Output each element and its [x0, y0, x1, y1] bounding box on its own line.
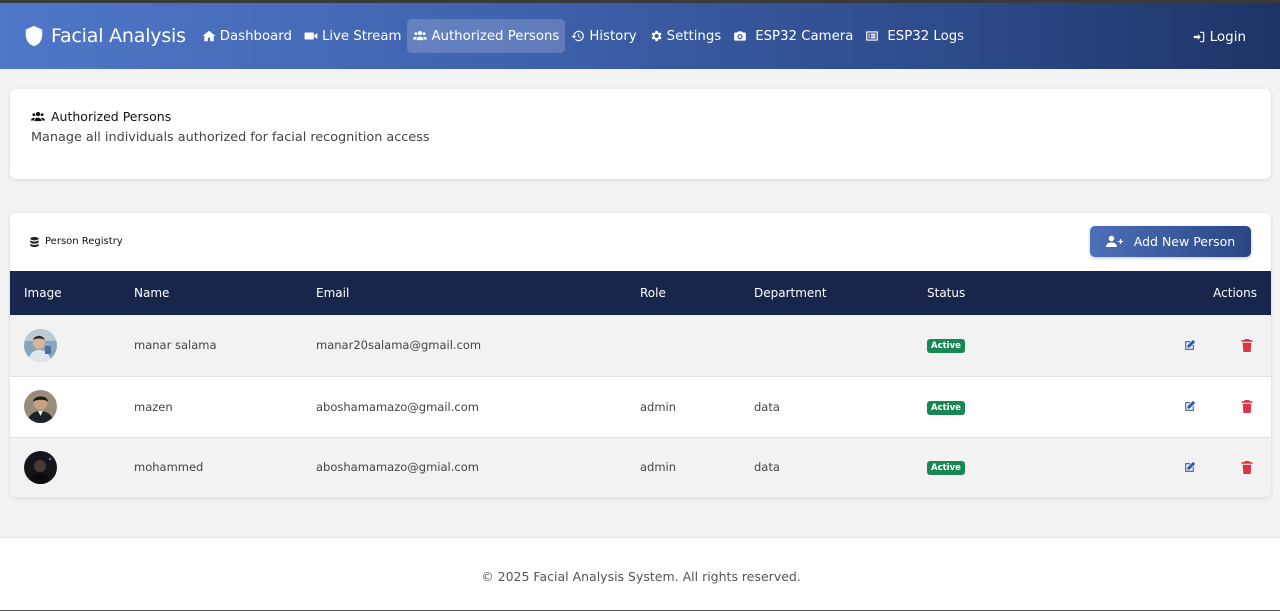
column-header-status: Status: [927, 286, 966, 300]
registry-title-text: Person Registry: [45, 236, 123, 247]
camera-icon: [734, 31, 747, 41]
cell-role: admin: [640, 460, 677, 475]
nav-menu: Dashboard Live Stream Authorized Persons…: [196, 19, 970, 53]
edit-icon: [1185, 339, 1196, 350]
cell-email: aboshamamazo@gmial.com: [316, 460, 479, 475]
nav-item-history[interactable]: History: [565, 19, 642, 53]
nav-item-label: ESP32 Camera: [755, 28, 854, 44]
login-link[interactable]: Login: [1192, 20, 1246, 54]
page-title-text: Authorized Persons: [51, 109, 172, 124]
gear-icon: [651, 30, 662, 42]
add-person-label: Add New Person: [1133, 234, 1236, 249]
avatar: [24, 390, 57, 423]
column-header-name: Name: [134, 286, 170, 300]
users-icon: [31, 111, 45, 121]
table-row: manar salama manar20salama@gmail.com Act…: [10, 315, 1271, 376]
nav-item-dashboard[interactable]: Dashboard: [196, 19, 298, 53]
table-row: mazen aboshamamazo@gmail.com admin data …: [10, 376, 1271, 437]
nav-item-label: ESP32 Logs: [887, 28, 965, 44]
page-footer: © 2025 Facial Analysis System. All right…: [0, 537, 1280, 611]
avatar: [24, 328, 57, 362]
table-row: mohammed aboshamamazo@gmial.com admin da…: [10, 437, 1271, 497]
nav-item-authorized-persons[interactable]: Authorized Persons: [407, 19, 566, 53]
edit-button[interactable]: [1179, 335, 1199, 355]
login-label: Login: [1209, 29, 1246, 45]
trash-icon: [1241, 400, 1253, 413]
trash-icon: [1241, 460, 1253, 474]
registry-title: Person Registry: [30, 236, 123, 247]
nav-item-label: Settings: [666, 28, 722, 44]
edit-icon: [1185, 461, 1196, 472]
users-icon: [413, 31, 428, 41]
cell-department: data: [754, 460, 780, 475]
history-icon: [571, 30, 585, 42]
cell-role: [640, 315, 754, 376]
nav-item-live-stream[interactable]: Live Stream: [298, 19, 408, 53]
nav-item-label: History: [589, 28, 637, 44]
nav-item-label: Dashboard: [219, 28, 292, 44]
home-icon: [202, 30, 216, 42]
cell-department: [754, 315, 927, 376]
status-badge: Active: [927, 339, 965, 354]
column-header-role: Role: [640, 286, 666, 300]
page-subtitle: Manage all individuals authorized for fa…: [31, 130, 430, 145]
cell-department: data: [754, 399, 780, 414]
page-title: Authorized Persons: [30, 109, 171, 124]
column-header-email: Email: [316, 286, 350, 300]
nav-item-esp32-camera[interactable]: ESP32 Camera: [727, 19, 859, 53]
column-header-actions: Actions: [1213, 286, 1257, 300]
cell-email: manar20salama@gmail.com: [316, 338, 482, 353]
edit-button[interactable]: [1179, 397, 1199, 417]
status-badge: Active: [927, 461, 965, 476]
brand[interactable]: Facial Analysis: [23, 25, 186, 47]
nav-item-label: Live Stream: [321, 28, 402, 44]
brand-title: Facial Analysis: [51, 25, 186, 47]
list-icon: [866, 31, 879, 41]
cell-name: mazen: [134, 399, 173, 414]
table-header-row: Image Name Email Role Department Status …: [10, 271, 1271, 315]
add-person-button[interactable]: Add New Person: [1090, 226, 1251, 257]
database-icon: [30, 236, 39, 247]
column-header-image: Image: [24, 286, 62, 300]
cell-email: aboshamamazo@gmail.com: [316, 399, 479, 414]
status-badge: Active: [927, 400, 965, 415]
page-header-card: Authorized Persons Manage all individual…: [10, 89, 1271, 179]
top-navbar: Facial Analysis Dashboard Live Stream Au…: [0, 3, 1280, 69]
video-icon: [304, 32, 318, 40]
column-header-department: Department: [754, 286, 827, 300]
edit-icon: [1185, 400, 1196, 411]
user-plus-icon: [1105, 235, 1123, 247]
shield-icon: [25, 25, 43, 47]
cell-name: mohammed: [134, 460, 204, 475]
sign-in-icon: [1193, 31, 1204, 43]
delete-button[interactable]: [1237, 335, 1257, 355]
cell-name: manar salama: [134, 338, 217, 353]
nav-item-settings[interactable]: Settings: [643, 19, 728, 53]
trash-icon: [1241, 338, 1253, 352]
person-registry-card: Person Registry Add New Person Image Nam…: [10, 213, 1271, 497]
cell-role: admin: [640, 399, 677, 414]
delete-button[interactable]: [1237, 397, 1257, 417]
nav-item-esp32-logs[interactable]: ESP32 Logs: [859, 19, 970, 53]
avatar: [24, 450, 57, 484]
footer-copyright: © 2025 Facial Analysis System. All right…: [481, 568, 801, 584]
persons-table: Image Name Email Role Department Status …: [10, 271, 1271, 497]
delete-button[interactable]: [1237, 457, 1257, 477]
edit-button[interactable]: [1179, 457, 1199, 477]
nav-item-label: Authorized Persons: [431, 28, 560, 44]
